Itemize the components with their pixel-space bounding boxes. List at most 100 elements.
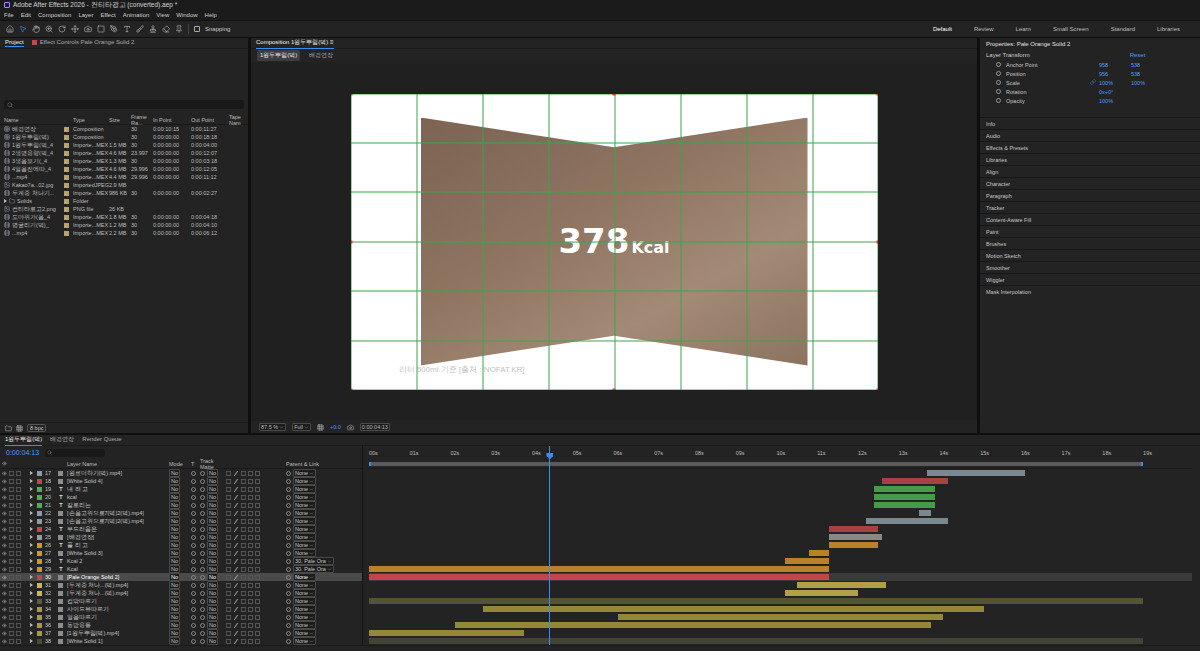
collapsed-panel[interactable]: Paragraph [980,189,1200,201]
hand-tool-icon[interactable] [32,25,40,33]
chevron-icon[interactable] [304,425,309,430]
label-color[interactable] [64,207,69,212]
collapsed-panel[interactable]: Brushes [980,237,1200,249]
panel-tab[interactable]: Project [5,39,24,47]
expand-icon[interactable] [30,575,33,579]
layer-switches[interactable] [226,583,284,588]
solo-switch[interactable] [16,583,21,588]
menu-item[interactable]: Window [176,12,197,18]
chevron-icon[interactable] [327,567,332,572]
mode-select[interactable]: No [169,589,180,597]
chevron-icon[interactable] [327,559,332,564]
audio-switch[interactable] [9,479,14,484]
layer-duration-bar[interactable] [618,614,944,620]
eye-icon[interactable] [2,535,7,540]
layer-duration-bar[interactable] [829,534,882,540]
preserve-transparency[interactable] [191,615,196,620]
audio-switch[interactable] [9,583,14,588]
column-header[interactable]: In Point [153,117,191,123]
layer-name[interactable]: [Pale Orange Solid 2] [67,574,167,580]
composition-tab[interactable]: Composition 1원두뿌림(덕) ≡ [256,38,334,49]
mode-select[interactable]: No [169,605,180,613]
eye-icon[interactable] [2,487,7,492]
mode-select[interactable]: No [169,573,180,581]
parent-select[interactable]: None [293,485,316,493]
label-color[interactable] [37,511,42,516]
workspace-tab[interactable]: Standard [1111,26,1135,32]
collapsed-panel[interactable]: Wiggler [980,273,1200,285]
label-color[interactable] [37,623,42,628]
solo-switch[interactable] [16,535,21,540]
label-color[interactable] [37,487,42,492]
parent-select[interactable]: None [293,533,316,541]
label-color[interactable] [64,127,69,132]
chevron-icon[interactable] [309,591,314,596]
current-time[interactable]: 0:00:04:13 [6,449,39,456]
type-tool-icon[interactable] [123,25,131,33]
mode-select[interactable]: No [169,477,180,485]
timeline-tab[interactable]: Render Queue [82,436,121,444]
menu-item[interactable]: Layer [78,12,93,18]
audio-switch[interactable] [9,495,14,500]
timeline-tab[interactable]: 1원두뿌림(덕) [5,435,42,446]
layer-duration-bar[interactable] [874,494,935,500]
preserve-transparency[interactable] [191,527,196,532]
chevron-icon[interactable] [309,527,314,532]
property-value[interactable]: 958 [1099,62,1131,68]
audio-switch[interactable] [9,551,14,556]
track-matte-select[interactable]: No [207,525,218,533]
workspace-tab[interactable]: Libraries [1157,26,1180,32]
comp-view-tab[interactable]: 배경연장 [306,50,336,61]
layer-row[interactable]: 22[손음고위으로7(덕)2(덕).mp4]NoNoNone [0,509,362,517]
column-header[interactable]: T [191,461,198,467]
selection-tool-icon[interactable] [19,25,27,33]
label-color[interactable] [64,151,69,156]
expand-icon[interactable] [30,599,33,603]
layer-row[interactable]: 25[배경연장]NoNoNone [0,533,362,541]
brush-tool-icon[interactable] [136,25,144,33]
layer-row[interactable]: 30[Pale Orange Solid 2]NoNoNone [0,573,362,581]
layer-name[interactable]: [손음고위으로7(덕)2(덕).mp4] [67,518,167,525]
column-header[interactable]: Mode [169,461,189,467]
expand-icon[interactable] [30,591,33,595]
menu-item[interactable]: Animation [123,12,150,18]
label-color[interactable] [64,143,69,148]
project-item[interactable]: 4얼음잔에따_4Importe...MEX4.6 MB29.9960:00:00… [0,165,248,173]
layer-duration-bar[interactable] [369,566,829,572]
parent-select[interactable]: None [293,597,316,605]
collapsed-panel[interactable]: Effects & Presets [980,141,1200,153]
layer-switches[interactable] [226,511,284,516]
preserve-transparency[interactable] [191,583,196,588]
chevron-icon[interactable] [309,551,314,556]
track-matte-select[interactable]: No [207,517,218,525]
solo-switch[interactable] [16,527,21,532]
layer-search[interactable] [45,449,105,457]
layer-row[interactable]: 23[손음고위으로7(덕)2(덕).mp4]NoNoNone [0,517,362,525]
expand-icon[interactable] [30,519,33,523]
preserve-transparency[interactable] [191,471,196,476]
label-color[interactable] [37,535,42,540]
chevron-icon[interactable] [309,479,314,484]
preserve-transparency[interactable] [191,575,196,580]
layer-name[interactable]: [1원두뿌림(덕).mp4] [67,630,167,637]
preserve-transparency[interactable] [191,559,196,564]
comp-view-tab[interactable]: 1원두뿌림(덕) [257,50,300,61]
panel-tab[interactable]: Effect Controls Pale Orange Solid 2 [32,39,135,47]
track-matte-select[interactable]: No [207,613,218,621]
solo-switch[interactable] [16,615,21,620]
expand-icon[interactable] [30,623,33,627]
collapsed-panel[interactable]: Content-Aware Fill [980,213,1200,225]
project-item[interactable]: 1원두뿌림(덕_4Importe...MEX1.5 MB300:00:00:00… [0,141,248,149]
track-matte-select[interactable]: No [207,509,218,517]
layer-duration-bar[interactable] [927,470,1025,476]
label-color[interactable] [64,215,69,220]
mode-select[interactable]: No [169,509,180,517]
solo-switch[interactable] [16,607,21,612]
eye-icon[interactable] [2,567,7,572]
mode-select[interactable]: No [169,469,180,477]
chevron-icon[interactable] [279,425,284,430]
layer-row[interactable]: 33컵밖따르기NoNoNone [0,597,362,605]
visibility-column-icon[interactable] [2,461,7,466]
solo-switch[interactable] [16,519,21,524]
label-color[interactable] [64,167,69,172]
